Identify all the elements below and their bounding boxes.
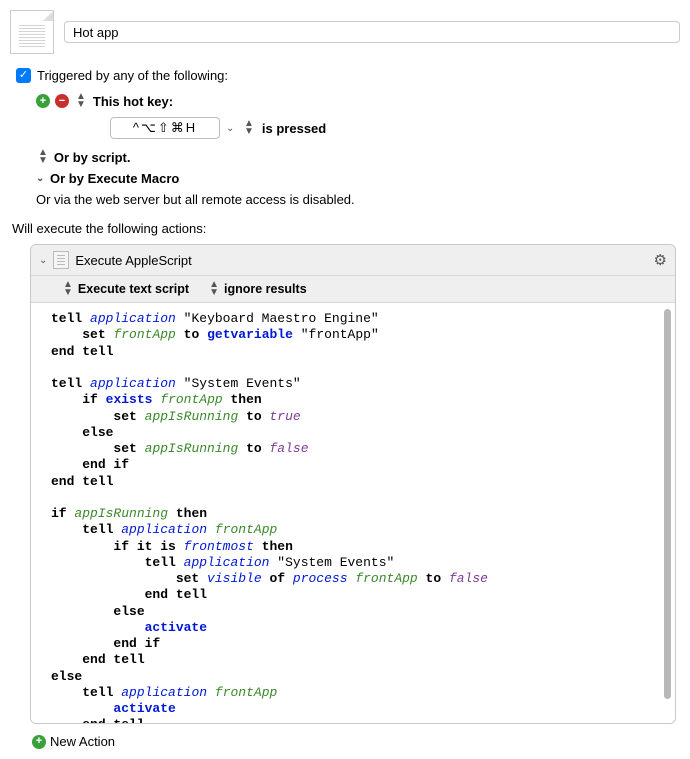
action-options-row: ▲▼ Execute text script ▲▼ ignore results	[31, 276, 675, 303]
add-trigger-button[interactable]: +	[36, 94, 50, 108]
hotkey-type-stepper[interactable]: ▲▼	[76, 93, 86, 109]
trigger-script-row[interactable]: ▲▼ Or by script.	[36, 149, 680, 165]
disclosure-chevron-icon[interactable]: ⌄	[39, 255, 47, 266]
hotkey-label: This hot key:	[93, 94, 173, 109]
script-textarea[interactable]: tell application "Keyboard Maestro Engin…	[31, 303, 675, 723]
scrollbar[interactable]	[664, 309, 671, 699]
chevron-down-icon: ⌄	[36, 173, 46, 184]
enabled-checkbox[interactable]: ✓	[16, 68, 31, 83]
remove-trigger-button[interactable]: −	[55, 94, 69, 108]
gear-icon[interactable]: ⚙	[654, 251, 667, 269]
hotkey-mode-label: is pressed	[262, 121, 326, 136]
trigger-web-info: Or via the web server but all remote acc…	[36, 192, 680, 207]
triggered-by-row: ✓ Triggered by any of the following:	[16, 68, 680, 83]
hotkey-dropdown-chevron[interactable]: ⌄	[226, 123, 236, 134]
hotkey-trigger-row: + − ▲▼ This hot key:	[36, 93, 680, 109]
triggered-by-label: Triggered by any of the following:	[37, 68, 228, 83]
macro-icon[interactable]	[10, 10, 54, 54]
macro-title-input[interactable]	[64, 21, 680, 43]
will-execute-label: Will execute the following actions:	[12, 221, 680, 236]
trigger-script-stepper[interactable]: ▲▼	[38, 149, 48, 165]
execute-mode-select[interactable]: ▲▼ Execute text script	[61, 281, 189, 297]
script-doc-icon	[53, 251, 69, 269]
new-action-button[interactable]: + New Action	[32, 734, 680, 749]
hotkey-mode-stepper[interactable]: ▲▼	[244, 120, 254, 136]
action-title: Execute AppleScript	[75, 253, 647, 268]
action-block: ⌄ Execute AppleScript ⚙ ▲▼ Execute text …	[30, 244, 676, 724]
action-header[interactable]: ⌄ Execute AppleScript ⚙	[31, 245, 675, 276]
hotkey-field[interactable]: ^⌥⇧⌘H	[110, 117, 220, 139]
add-icon: +	[32, 735, 46, 749]
trigger-execute-macro-row[interactable]: ⌄ Or by Execute Macro	[36, 171, 680, 186]
results-mode-select[interactable]: ▲▼ ignore results	[207, 281, 307, 297]
